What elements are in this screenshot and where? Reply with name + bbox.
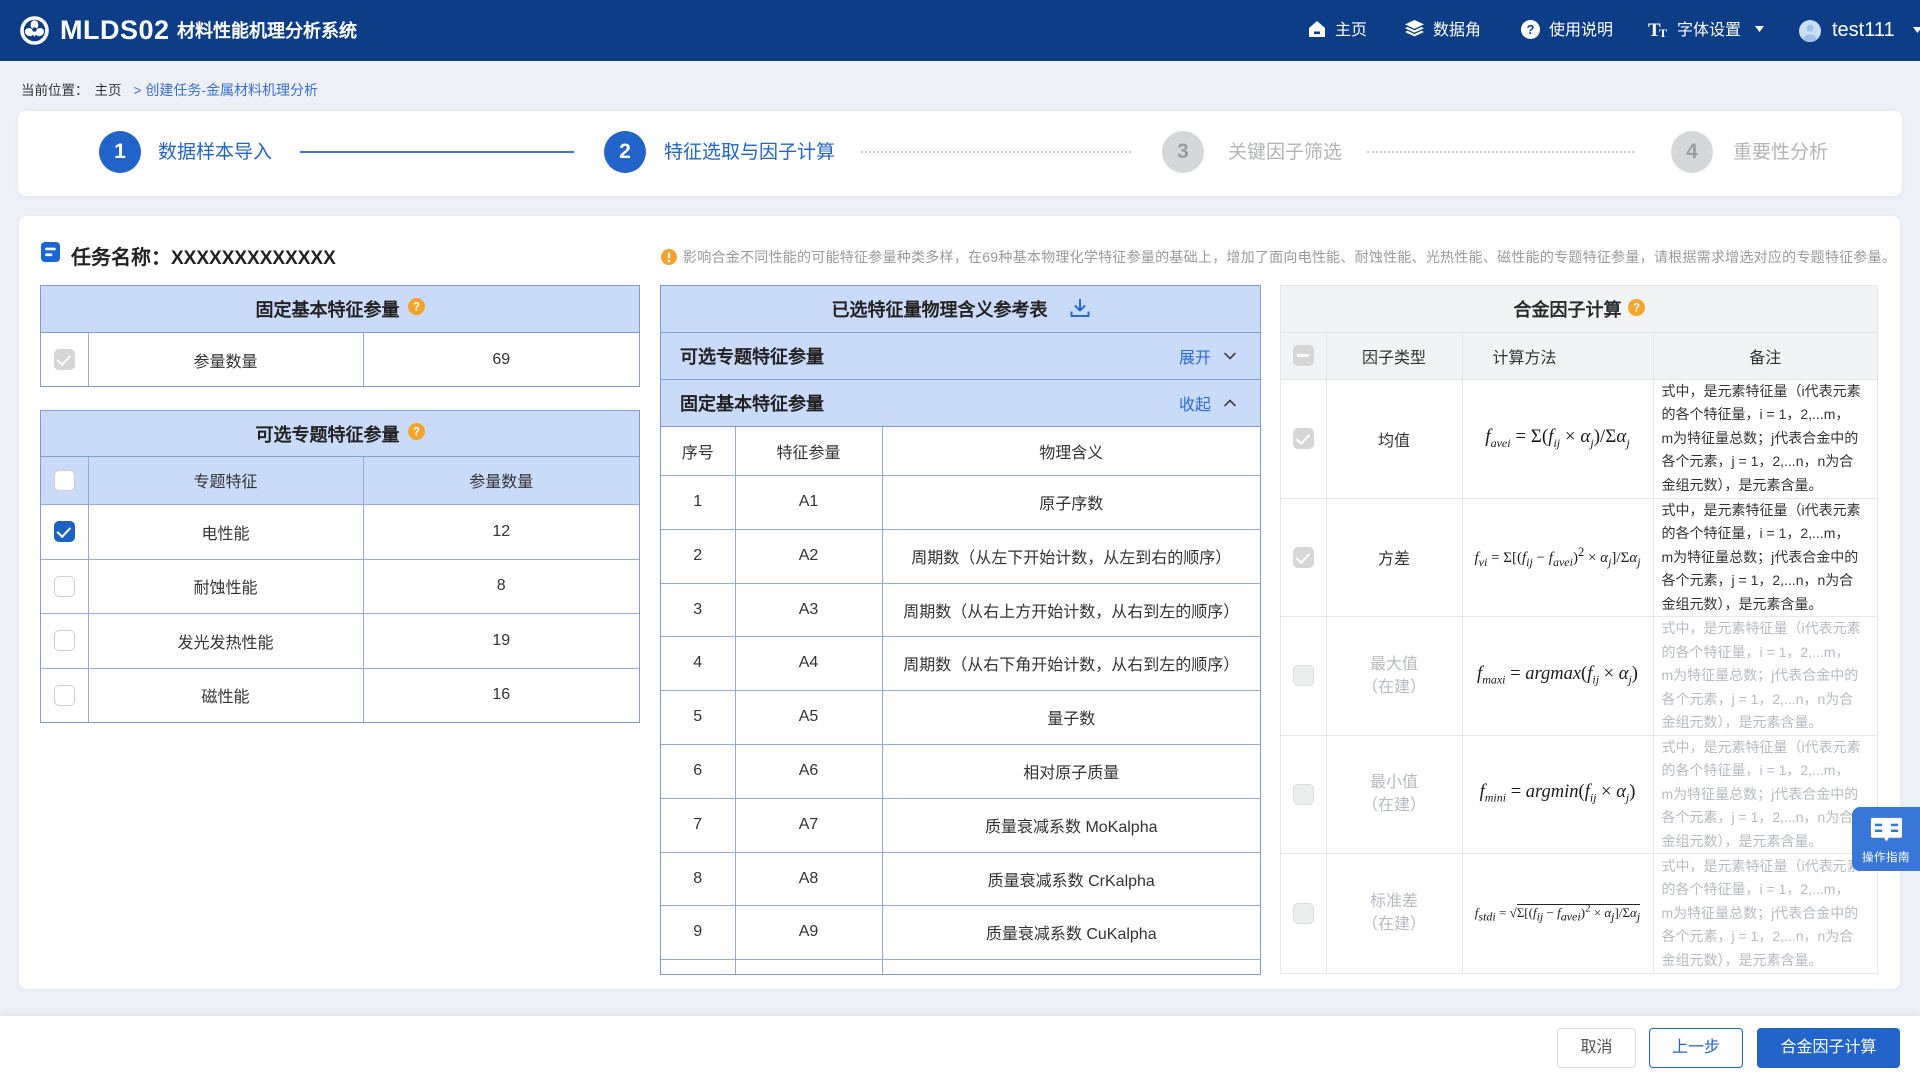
svg-text:T: T: [1659, 26, 1667, 38]
svg-text:?: ?: [412, 302, 419, 314]
svg-text:?: ?: [412, 426, 419, 438]
svg-text:?: ?: [1632, 303, 1639, 315]
svg-text:?: ?: [1527, 22, 1535, 37]
